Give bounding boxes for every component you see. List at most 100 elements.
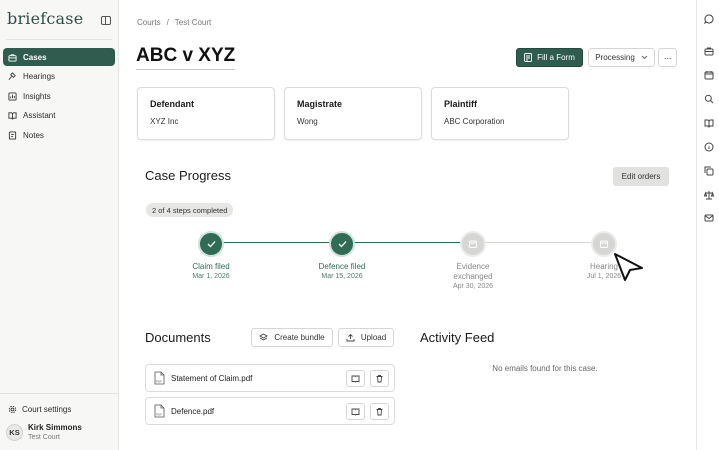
check-icon [198,231,224,257]
note-icon [7,130,17,140]
mail-icon[interactable] [704,213,714,223]
card-value: ABC Corporation [444,117,505,126]
delete-document-button[interactable] [370,369,389,387]
step-label: Evidence exchanged [453,262,493,281]
document-name[interactable]: Defence.pdf [171,407,346,416]
plaintiff-card: Plaintiff ABC Corporation [431,87,569,140]
court-settings-link[interactable]: Court settings [7,404,71,414]
progress-step: Evidence exchanged Apr 30, 2026 [433,231,513,291]
svg-text:PDF: PDF [156,380,162,384]
breadcrumb-separator: / [166,18,169,27]
status-select-label: Processing [595,53,635,62]
upload-button[interactable]: Upload [338,328,394,347]
sidebar: briefcase Cases Hearings Insights Assist… [0,0,119,450]
progress-step: Claim filed Mar 1, 2026 [171,231,251,281]
case-progress-title: Case Progress [145,168,231,183]
card-label: Defendant [150,99,195,109]
card-value: Wong [297,117,318,126]
breadcrumb-courts[interactable]: Courts [137,18,161,27]
more-options-button[interactable]: ··· [658,48,677,67]
activity-empty-message: No emails found for this case. [492,364,598,373]
document-row[interactable]: PDF Statement of Claim.pdf [145,364,395,392]
app-logo[interactable]: briefcase [7,9,83,28]
right-icon-rail [696,0,719,450]
upload-label: Upload [360,333,387,342]
breadcrumb-current: Test Court [174,18,212,27]
mouse-cursor-icon [614,253,643,281]
activity-feed-title: Activity Feed [420,330,495,345]
magistrate-card: Magistrate Wong [284,87,422,140]
book-icon [7,111,17,121]
avatar: KS [6,424,23,441]
open-document-button[interactable] [346,402,365,420]
chevron-down-icon [641,55,648,60]
progress-step: Defence filed Mar 15, 2026 [302,231,382,281]
page-title: ABC v XYZ [136,45,236,70]
check-icon [329,231,355,257]
calendar-icon [460,231,486,257]
user-court: Test Court [28,434,60,441]
briefcase-icon[interactable] [704,46,714,56]
document-row[interactable]: PDF Defence.pdf [145,397,395,425]
open-document-button[interactable] [346,369,365,387]
court-settings-label: Court settings [22,404,72,414]
sidebar-item-assistant[interactable]: Assistant [3,107,115,125]
sidebar-toggle-icon[interactable] [101,16,111,25]
sidebar-bottom-divider [0,393,118,394]
upload-icon [346,333,355,342]
user-profile[interactable]: KS Kirk Simmons Test Court [6,423,82,442]
fill-form-button[interactable]: Fill a Form [516,48,583,67]
step-label: Claim filed [192,262,230,271]
pdf-file-icon: PDF [154,404,165,418]
card-label: Magistrate [297,99,343,109]
copy-icon[interactable] [704,166,714,176]
gavel-icon [7,72,17,82]
create-bundle-label: Create bundle [274,333,325,342]
chart-icon [7,91,17,101]
search-icon[interactable] [704,94,714,104]
step-label: Defence filed [318,262,366,271]
form-icon [524,53,533,62]
trash-icon [376,374,383,382]
calendar-icon[interactable] [704,70,714,80]
fill-form-label: Fill a Form [537,53,575,62]
step-date: Apr 30, 2026 [452,283,494,290]
sidebar-divider [6,39,112,40]
sidebar-item-hearings[interactable]: Hearings [3,68,115,86]
breadcrumb: Courts / Test Court [137,18,211,27]
sidebar-item-insights[interactable]: Insights [3,87,115,105]
book-open-icon [351,408,360,416]
edit-orders-button[interactable]: Edit orders [613,167,669,186]
card-value: XYZ Inc [150,117,179,126]
delete-document-button[interactable] [370,402,389,420]
info-icon[interactable] [704,142,714,152]
book-open-icon [351,375,360,383]
user-name: Kirk Simmons [28,423,82,432]
trash-icon [376,407,383,415]
sidebar-item-notes[interactable]: Notes [3,126,115,144]
briefcase-icon [7,52,17,62]
card-label: Plaintiff [444,99,477,109]
step-date: Mar 15, 2026 [321,273,363,280]
chat-icon[interactable] [704,14,714,25]
steps-completed-badge: 2 of 4 steps completed [146,203,234,217]
status-select[interactable]: Processing [588,48,655,67]
sidebar-item-label: Hearings [23,72,56,81]
sidebar-item-label: Assistant [23,111,56,120]
sidebar-item-label: Notes [23,130,44,140]
progress-track [211,242,604,244]
documents-title: Documents [145,330,211,345]
scale-icon[interactable] [703,190,715,200]
book-icon[interactable] [704,118,714,128]
gear-icon [7,404,17,414]
step-date: Mar 1, 2026 [192,273,230,280]
sidebar-item-cases[interactable]: Cases [3,48,115,66]
create-bundle-button[interactable]: Create bundle [251,328,333,347]
sidebar-nav: Cases Hearings Insights Assistant Notes [3,48,115,146]
layers-icon [259,333,269,341]
document-name[interactable]: Statement of Claim.pdf [171,374,346,383]
sidebar-item-label: Cases [23,52,47,62]
svg-text:PDF: PDF [156,413,162,417]
defendant-card: Defendant XYZ Inc [137,87,275,140]
sidebar-item-label: Insights [23,91,51,101]
